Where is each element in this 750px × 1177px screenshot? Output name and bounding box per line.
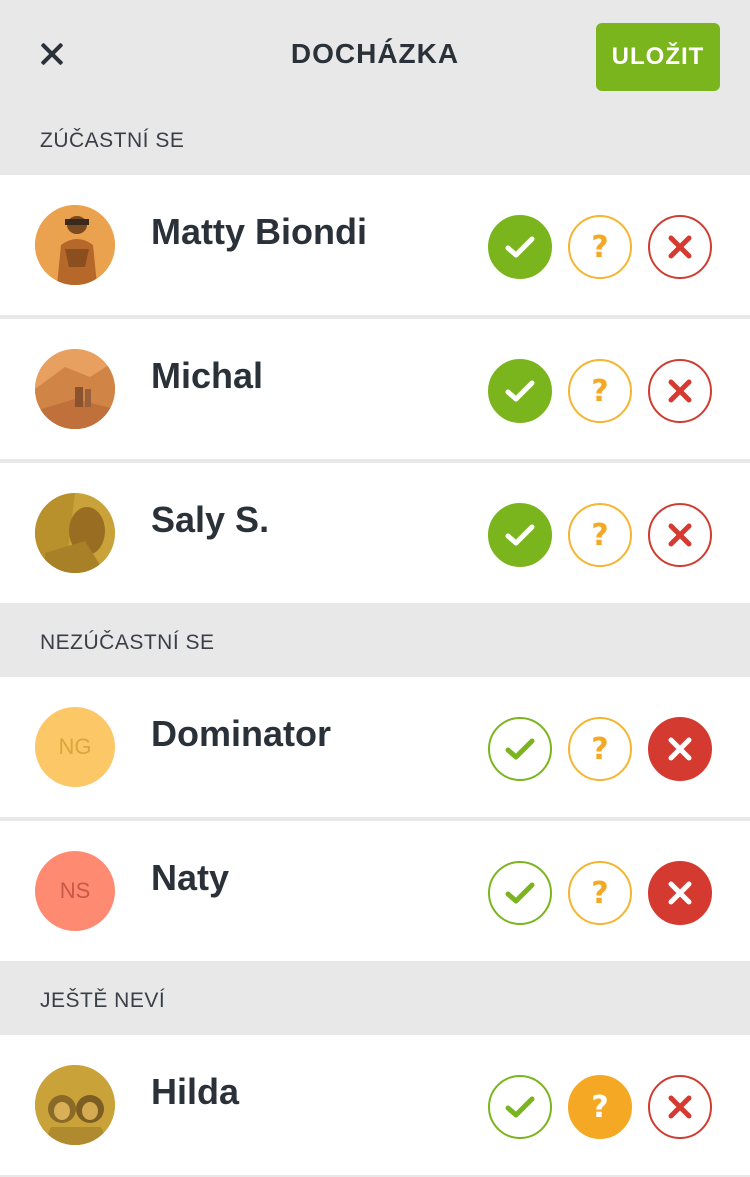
list-item: Matty Biondi ?: [0, 175, 750, 315]
member-name: Matty Biondi: [151, 211, 367, 252]
avatar: NS: [35, 851, 115, 931]
avatar: [35, 1065, 115, 1145]
attend-no-button[interactable]: [648, 503, 712, 567]
attend-no-button[interactable]: [648, 861, 712, 925]
member-name: Hilda: [151, 1071, 240, 1112]
avatar: [35, 493, 115, 573]
question-icon: ?: [591, 517, 609, 553]
list-item: Saly S. ?: [0, 463, 750, 603]
attend-maybe-button[interactable]: ?: [568, 717, 632, 781]
question-icon: ?: [591, 731, 609, 767]
list-item: NS Naty ?: [0, 821, 750, 961]
attend-yes-button[interactable]: [488, 359, 552, 423]
section-not-attending-label: NEZÚČASTNÍ SE: [40, 631, 215, 654]
check-icon: [505, 882, 535, 904]
check-icon: [505, 380, 535, 402]
attend-no-button[interactable]: [648, 215, 712, 279]
member-name: Michal: [151, 355, 264, 396]
member-name: Naty: [151, 857, 230, 898]
attend-maybe-button[interactable]: ?: [568, 1075, 632, 1139]
avatar: [35, 349, 115, 429]
member-name: Dominator: [151, 713, 331, 754]
attend-maybe-button[interactable]: ?: [568, 861, 632, 925]
section-attending-label: ZÚČASTNÍ SE: [40, 129, 185, 152]
check-icon: [505, 236, 535, 258]
avatar-initials: NS: [59, 878, 91, 903]
x-icon: [668, 379, 692, 403]
list-item: Hilda ?: [0, 1035, 750, 1175]
avatar: NG: [35, 707, 115, 787]
attend-no-button[interactable]: [648, 359, 712, 423]
attend-no-button[interactable]: [648, 1075, 712, 1139]
save-button[interactable]: ULOŽIT: [596, 23, 720, 91]
attend-yes-button[interactable]: [488, 1075, 552, 1139]
attend-no-button[interactable]: [648, 717, 712, 781]
member-name: Saly S.: [151, 499, 270, 540]
check-icon: [505, 738, 535, 760]
attend-yes-button[interactable]: [488, 503, 552, 567]
attend-maybe-button[interactable]: ?: [568, 359, 632, 423]
attend-yes-button[interactable]: [488, 215, 552, 279]
app-header: DOCHÁZKA ULOŽIT: [0, 0, 750, 108]
question-icon: ?: [591, 1089, 609, 1125]
x-icon: [668, 1095, 692, 1119]
avatar-initials: NG: [58, 734, 92, 759]
check-icon: [505, 1096, 535, 1118]
question-icon: ?: [591, 875, 609, 911]
attend-yes-button[interactable]: [488, 717, 552, 781]
x-icon: [668, 235, 692, 259]
x-icon: [668, 881, 692, 905]
x-icon: [668, 737, 692, 761]
question-icon: ?: [591, 229, 609, 265]
x-icon: [668, 523, 692, 547]
attend-maybe-button[interactable]: ?: [568, 215, 632, 279]
avatar: [35, 205, 115, 285]
list-item: NG Dominator ?: [0, 677, 750, 817]
attend-maybe-button[interactable]: ?: [568, 503, 632, 567]
question-icon: ?: [591, 373, 609, 409]
list-item: Michal ?: [0, 319, 750, 459]
section-undecided-label: JEŠTĚ NEVÍ: [40, 989, 166, 1012]
check-icon: [505, 524, 535, 546]
attend-yes-button[interactable]: [488, 861, 552, 925]
